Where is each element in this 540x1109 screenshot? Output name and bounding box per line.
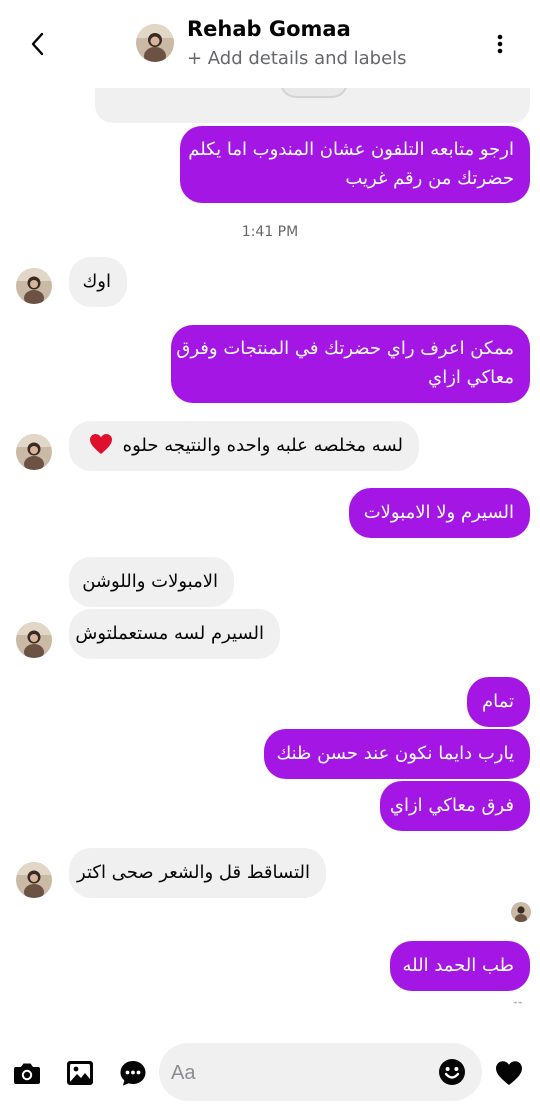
incoming-message[interactable]: التساقط قل والشعر صحى اكتر [69, 848, 326, 898]
incoming-message[interactable]: السيرم لسه مستعملتوش [69, 609, 280, 659]
message-text-line: ممكن اعرف راي حضرتك في المنتجات وفرق [176, 338, 514, 359]
message-text: تمام [481, 691, 514, 712]
contact-avatar[interactable] [16, 434, 52, 470]
message-text-line: معاكي ازاي [428, 367, 514, 388]
camera-icon[interactable] [12, 1058, 42, 1088]
outgoing-message[interactable]: ارجو متابعه التلفون عشان المندوب اما يكل… [180, 126, 530, 203]
chat-bubble-icon[interactable] [118, 1058, 148, 1088]
outgoing-message[interactable]: فرق معاكي ازاي [380, 781, 530, 831]
message-text: التساقط قل والشعر صحى اكتر [77, 862, 310, 883]
outgoing-message[interactable]: تمام [467, 677, 530, 727]
message-text: طب الحمد الله [402, 955, 515, 976]
delivery-status-mark: ⌁⌁ [513, 998, 523, 1007]
timestamp: 1:41 PM [241, 224, 299, 240]
message-input-wrapper [159, 1043, 482, 1103]
back-arrow-icon[interactable] [26, 30, 50, 58]
message-text-line: حضرتك من رقم غريب [345, 168, 514, 189]
incoming-message[interactable]: اوك [69, 257, 127, 307]
contact-avatar[interactable] [16, 862, 52, 898]
message-text: اوك [82, 271, 111, 292]
message-text-line: ارجو متابعه التلفون عشان المندوب اما يكل… [188, 139, 514, 160]
chat-header: Rehab Gomaa + Add details and labels [0, 0, 540, 88]
outgoing-message[interactable]: السيرم ولا الامبولات [349, 488, 530, 538]
contact-avatar[interactable] [16, 622, 52, 658]
red-heart-emoji [89, 431, 113, 461]
outgoing-message[interactable]: يارب دايما نكون عند حسن ظنك [264, 729, 530, 779]
message-text: السيرم ولا الامبولات [363, 502, 514, 523]
outgoing-message[interactable]: ممكن اعرف راي حضرتك في المنتجات وفرق معا… [171, 325, 530, 403]
incoming-message[interactable]: الامبولات واللوشن [69, 557, 234, 607]
message-input[interactable] [169, 1043, 433, 1103]
message-text: يارب دايما نكون عند حسن ظنك [276, 743, 514, 764]
message-text: السيرم لسه مستعملتوش [75, 623, 264, 644]
heart-icon[interactable] [494, 1058, 524, 1088]
gallery-icon[interactable] [65, 1058, 95, 1088]
outgoing-message[interactable]: طب الحمد الله [390, 941, 530, 991]
incoming-message[interactable]: لسه مخلصه علبه واحده والنتيجه حلوه [69, 421, 419, 471]
add-details-link[interactable]: + Add details and labels [187, 48, 407, 69]
more-vertical-icon[interactable] [490, 32, 510, 56]
avatar[interactable] [136, 24, 174, 62]
contact-avatar[interactable] [16, 268, 52, 304]
emoji-icon[interactable] [438, 1058, 466, 1086]
message-text: الامبولات واللوشن [82, 571, 218, 592]
message-composer [0, 1030, 540, 1109]
seen-indicator-avatar [511, 902, 531, 922]
contact-name[interactable]: Rehab Gomaa [187, 17, 351, 41]
message-text: فرق معاكي ازاي [389, 795, 514, 816]
message-text: لسه مخلصه علبه واحده والنتيجه حلوه [122, 435, 403, 456]
